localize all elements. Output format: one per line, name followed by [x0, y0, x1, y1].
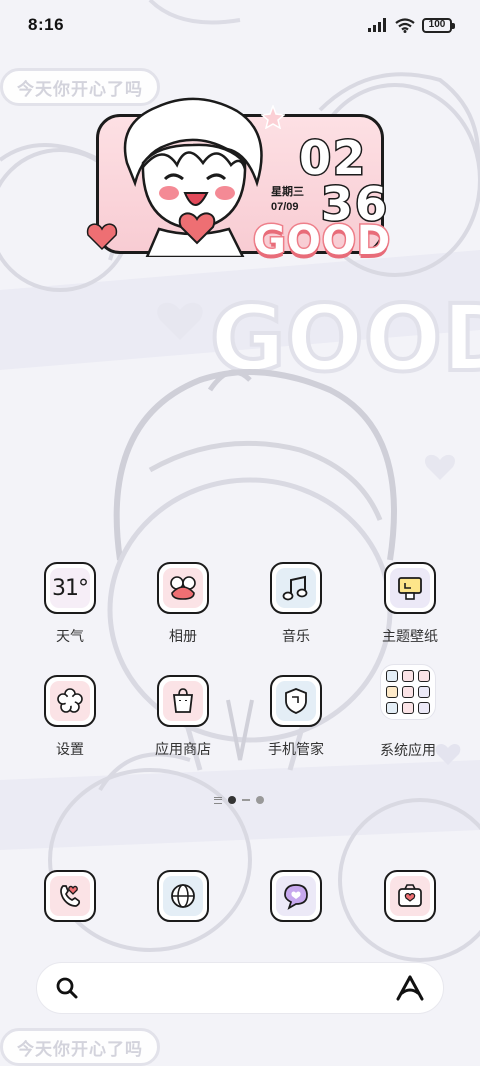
camera-icon[interactable] [384, 870, 436, 922]
mini-app-icon [402, 670, 414, 682]
page-indicator[interactable] [214, 796, 264, 804]
folder-icon[interactable] [380, 664, 436, 720]
menu-lines-icon [214, 796, 222, 804]
settings-icon[interactable] [44, 675, 96, 727]
app-weather[interactable]: 31° 天气 [20, 562, 120, 646]
app-label-settings: 设置 [56, 742, 84, 758]
assistant-icon[interactable] [395, 975, 425, 1001]
theme-glyph [398, 577, 422, 600]
app-label-phone-manager: 手机管家 [268, 742, 324, 758]
battery-level: 100 [428, 19, 446, 30]
wifi-icon [395, 17, 415, 33]
signal-icon [368, 18, 386, 32]
camera-glyph [398, 884, 422, 907]
gallery-icon[interactable] [157, 562, 209, 614]
dock-camera[interactable] [360, 870, 460, 922]
app-store[interactable]: 应用商店 [133, 675, 233, 759]
chat-bubble-glyph [284, 884, 308, 910]
theme-icon[interactable] [384, 562, 436, 614]
battery-icon: 100 [422, 17, 455, 33]
app-theme[interactable]: 主题壁纸 [360, 562, 460, 646]
status-bar: 8:16 100 [0, 0, 480, 50]
app-label-system-apps: 系统应用 [380, 743, 436, 759]
mini-app-icon [402, 702, 414, 714]
star-icon [261, 105, 285, 129]
phone-icon[interactable] [44, 870, 96, 922]
mini-app-icon [386, 670, 398, 682]
clock-hour: 02 [297, 131, 368, 185]
page-dot-active [228, 796, 236, 804]
search-bar[interactable] [36, 962, 444, 1014]
status-time: 8:16 [28, 15, 65, 34]
browser-icon[interactable] [157, 870, 209, 922]
search-icon[interactable] [55, 976, 79, 1000]
clock-banner: GOOD [251, 218, 392, 264]
mini-app-icon [402, 686, 414, 698]
mini-app-icon [418, 702, 430, 714]
mini-app-icon [386, 702, 398, 714]
music-icon[interactable] [270, 562, 322, 614]
app-gallery[interactable]: 相册 [133, 562, 233, 646]
gallery-glyph [170, 576, 196, 600]
app-music[interactable]: 音乐 [246, 562, 346, 646]
weather-temperature: 31° [52, 575, 89, 601]
app-label-store: 应用商店 [155, 742, 211, 758]
page-dash [242, 799, 250, 801]
app-label-theme: 主题壁纸 [382, 629, 438, 645]
folder-system-apps[interactable]: 系统应用 [358, 664, 458, 760]
page-dot [256, 796, 264, 804]
phone-glyph [60, 885, 81, 907]
globe-glyph [171, 884, 195, 908]
character-illustration [123, 97, 263, 257]
dock-browser[interactable] [133, 870, 233, 922]
shopping-bag-glyph [172, 688, 194, 713]
wallpaper-tag-bottom: 今天你开心了吗 [0, 1028, 160, 1066]
mini-app-icon [418, 670, 430, 682]
mini-app-icon [418, 686, 430, 698]
phone-manager-icon[interactable] [270, 675, 322, 727]
flower-gear-glyph [57, 688, 83, 713]
dock-messages[interactable] [246, 870, 346, 922]
app-label-gallery: 相册 [169, 629, 197, 645]
heart-icon [86, 223, 118, 251]
messages-icon[interactable] [270, 870, 322, 922]
music-note-glyph [282, 575, 308, 601]
app-phone-manager[interactable]: 手机管家 [246, 675, 346, 759]
svg-text:GOOD: GOOD [210, 285, 480, 392]
mini-app-icon [386, 686, 398, 698]
app-store-icon[interactable] [157, 675, 209, 727]
dock-phone[interactable] [20, 870, 120, 922]
weather-icon[interactable]: 31° [44, 562, 96, 614]
clock-widget[interactable]: 02 星期三 07/09 36 GOOD [86, 97, 392, 263]
app-label-music: 音乐 [282, 629, 310, 645]
shield-icon [285, 688, 307, 714]
status-icons: 100 [368, 17, 455, 33]
app-label-weather: 天气 [56, 629, 84, 645]
clock-date: 07/09 [271, 201, 299, 213]
clock-weekday: 星期三 [271, 185, 304, 198]
app-settings[interactable]: 设置 [20, 675, 120, 759]
